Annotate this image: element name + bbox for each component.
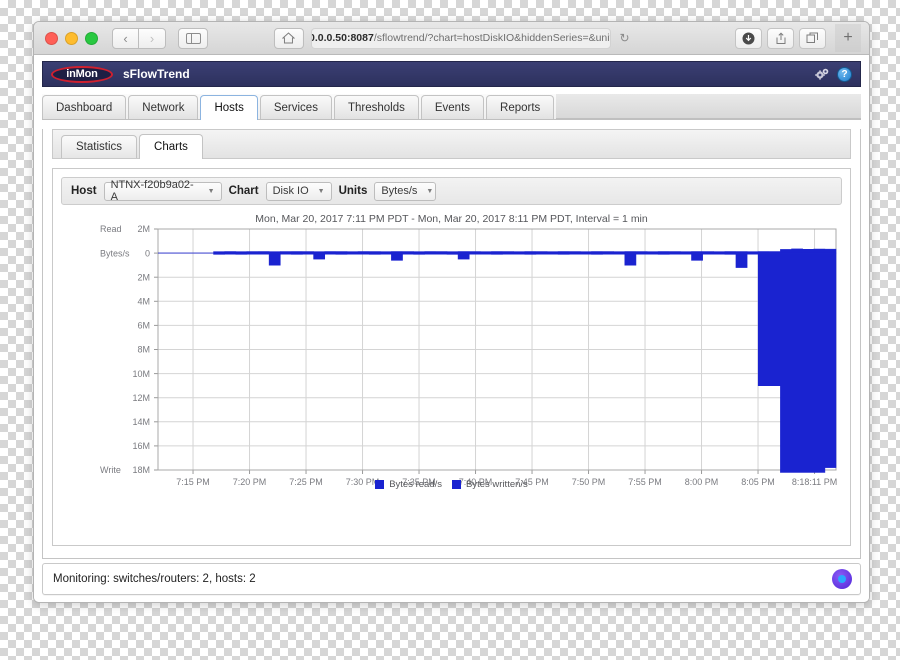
svg-text:16M: 16M xyxy=(132,441,150,451)
svg-text:6M: 6M xyxy=(137,321,150,331)
share-icon xyxy=(776,31,785,44)
new-tab-button[interactable]: + xyxy=(835,24,861,52)
share-button[interactable] xyxy=(767,27,794,49)
chevron-down-icon: ▼ xyxy=(426,187,434,195)
url-input[interactable]: 10.0.0.50:8087/sflowtrend/?chart=hostDis… xyxy=(310,27,611,49)
svg-text:14M: 14M xyxy=(132,417,150,427)
inmon-logo: inMon xyxy=(51,65,113,83)
legend-item-bytes-read[interactable]: Bytes read/s xyxy=(375,479,442,490)
svg-text:12M: 12M xyxy=(132,393,150,403)
host-select-value: NTNX-f20b9a02-A xyxy=(110,179,194,203)
host-label: Host xyxy=(71,185,97,197)
show-tabs-button[interactable] xyxy=(799,27,826,49)
chevron-down-icon: ▼ xyxy=(207,187,215,195)
header-icons[interactable]: ? xyxy=(814,66,852,82)
chart-toolbar: Host NTNX-f20b9a02-A ▼ Chart Disk IO ▼ U… xyxy=(61,177,842,205)
units-select[interactable]: Bytes/s ▼ xyxy=(374,181,437,201)
download-icon xyxy=(742,32,755,44)
plus-icon: + xyxy=(843,29,853,46)
legend-swatch xyxy=(452,480,462,489)
help-label: ? xyxy=(841,68,848,80)
chevron-left-icon: ‹ xyxy=(123,30,128,46)
gears-icon[interactable] xyxy=(814,67,831,81)
zoom-window-button[interactable] xyxy=(85,31,98,45)
home-icon xyxy=(281,32,295,44)
minimize-window-button[interactable] xyxy=(65,31,78,45)
svg-text:Read: Read xyxy=(100,225,122,234)
url-path: /sflowtrend/?chart=hostDiskIO&hiddenSeri… xyxy=(373,32,611,44)
url-host: 10.0.0.50:8087 xyxy=(311,32,374,44)
chevron-down-icon: ▼ xyxy=(317,187,325,195)
charts-pane: Host NTNX-f20b9a02-A ▼ Chart Disk IO ▼ U… xyxy=(52,168,851,546)
sub-tab-bar[interactable]: Statistics Charts xyxy=(52,129,851,159)
chart-label: Chart xyxy=(228,185,259,197)
tab-dashboard[interactable]: Dashboard xyxy=(42,95,127,119)
chart-select[interactable]: Disk IO ▼ xyxy=(265,181,332,201)
tab-hosts[interactable]: Hosts xyxy=(200,95,258,120)
status-bar: Monitoring: switches/routers: 2, hosts: … xyxy=(42,563,861,595)
close-window-button[interactable] xyxy=(45,31,58,45)
svg-text:18M: 18M xyxy=(132,465,150,475)
web-page: inMon sFlowTrend ? Dashboard Network Hos… xyxy=(34,55,869,602)
chart-legend: Bytes read/s Bytes written/s xyxy=(53,479,850,490)
host-select[interactable]: NTNX-f20b9a02-A ▼ xyxy=(103,179,222,203)
tab-bar-filler xyxy=(556,94,861,119)
main-tab-bar[interactable]: Dashboard Network Hosts Services Thresho… xyxy=(42,94,861,120)
home-button[interactable] xyxy=(273,27,304,49)
chart-area: 2M 0 2M 4M 6M 8M 10M 12M 14M 16M 18M Read Bytes/s Wri… xyxy=(53,225,850,505)
tab-network[interactable]: Network xyxy=(128,95,199,119)
forward-button[interactable]: › xyxy=(139,27,166,49)
tab-services[interactable]: Services xyxy=(259,95,332,119)
tab-reports[interactable]: Reports xyxy=(486,95,555,119)
chevron-right-icon: › xyxy=(149,30,155,46)
app-title: sFlowTrend xyxy=(123,67,190,81)
svg-text:2M: 2M xyxy=(137,225,150,234)
inmon-logo-text: inMon xyxy=(66,68,98,80)
tab-events[interactable]: Events xyxy=(420,95,485,119)
address-bar-group[interactable]: 10.0.0.50:8087/sflowtrend/?chart=hostDis… xyxy=(273,27,630,49)
units-label: Units xyxy=(338,185,368,197)
svg-text:0: 0 xyxy=(145,248,150,258)
browser-window: ‹ › 10.0.0.50:8087/sflowtrend/?chart=hos… xyxy=(33,21,870,603)
subtab-statistics[interactable]: Statistics xyxy=(61,135,138,158)
tabs-icon xyxy=(806,32,818,43)
disk-io-chart[interactable]: 2M 0 2M 4M 6M 8M 10M 12M 14M 16M 18M Read Bytes/s Wri… xyxy=(58,225,848,505)
help-button[interactable]: ? xyxy=(837,66,852,82)
app-header: inMon sFlowTrend ? xyxy=(42,61,861,87)
legend-swatch xyxy=(375,480,385,489)
reload-icon[interactable]: ↻ xyxy=(619,31,629,45)
subtab-charts[interactable]: Charts xyxy=(139,134,203,159)
legend-label: Bytes read/s xyxy=(389,479,443,490)
sidebar-toggle-button[interactable] xyxy=(178,27,208,49)
svg-text:Write: Write xyxy=(100,465,121,475)
window-controls[interactable] xyxy=(45,31,98,45)
svg-text:Bytes/s: Bytes/s xyxy=(100,248,130,258)
downloads-button[interactable] xyxy=(735,27,762,49)
content-panel: Statistics Charts Host NTNX-f20b9a02-A ▼… xyxy=(42,129,861,559)
units-select-value: Bytes/s xyxy=(381,185,418,197)
tab-thresholds[interactable]: Thresholds xyxy=(333,95,419,119)
svg-text:2M: 2M xyxy=(137,272,150,282)
svg-text:4M: 4M xyxy=(137,297,150,307)
chart-select-value: Disk IO xyxy=(272,185,309,197)
sflowtrend-logo xyxy=(832,569,852,589)
sidebar-icon xyxy=(185,32,201,44)
legend-item-bytes-written[interactable]: Bytes written/s xyxy=(452,479,528,490)
back-button[interactable]: ‹ xyxy=(112,27,139,49)
svg-text:8M: 8M xyxy=(137,345,150,355)
chart-title: Mon, Mar 20, 2017 7:11 PM PDT - Mon, Mar… xyxy=(255,213,648,225)
browser-toolbar: ‹ › 10.0.0.50:8087/sflowtrend/?chart=hos… xyxy=(34,22,869,55)
browser-tools[interactable]: + xyxy=(735,24,861,52)
status-text: Monitoring: switches/routers: 2, hosts: … xyxy=(53,573,256,585)
navigation-buttons[interactable]: ‹ › xyxy=(112,27,166,49)
legend-label: Bytes written/s xyxy=(466,479,528,490)
svg-text:10M: 10M xyxy=(132,369,150,379)
